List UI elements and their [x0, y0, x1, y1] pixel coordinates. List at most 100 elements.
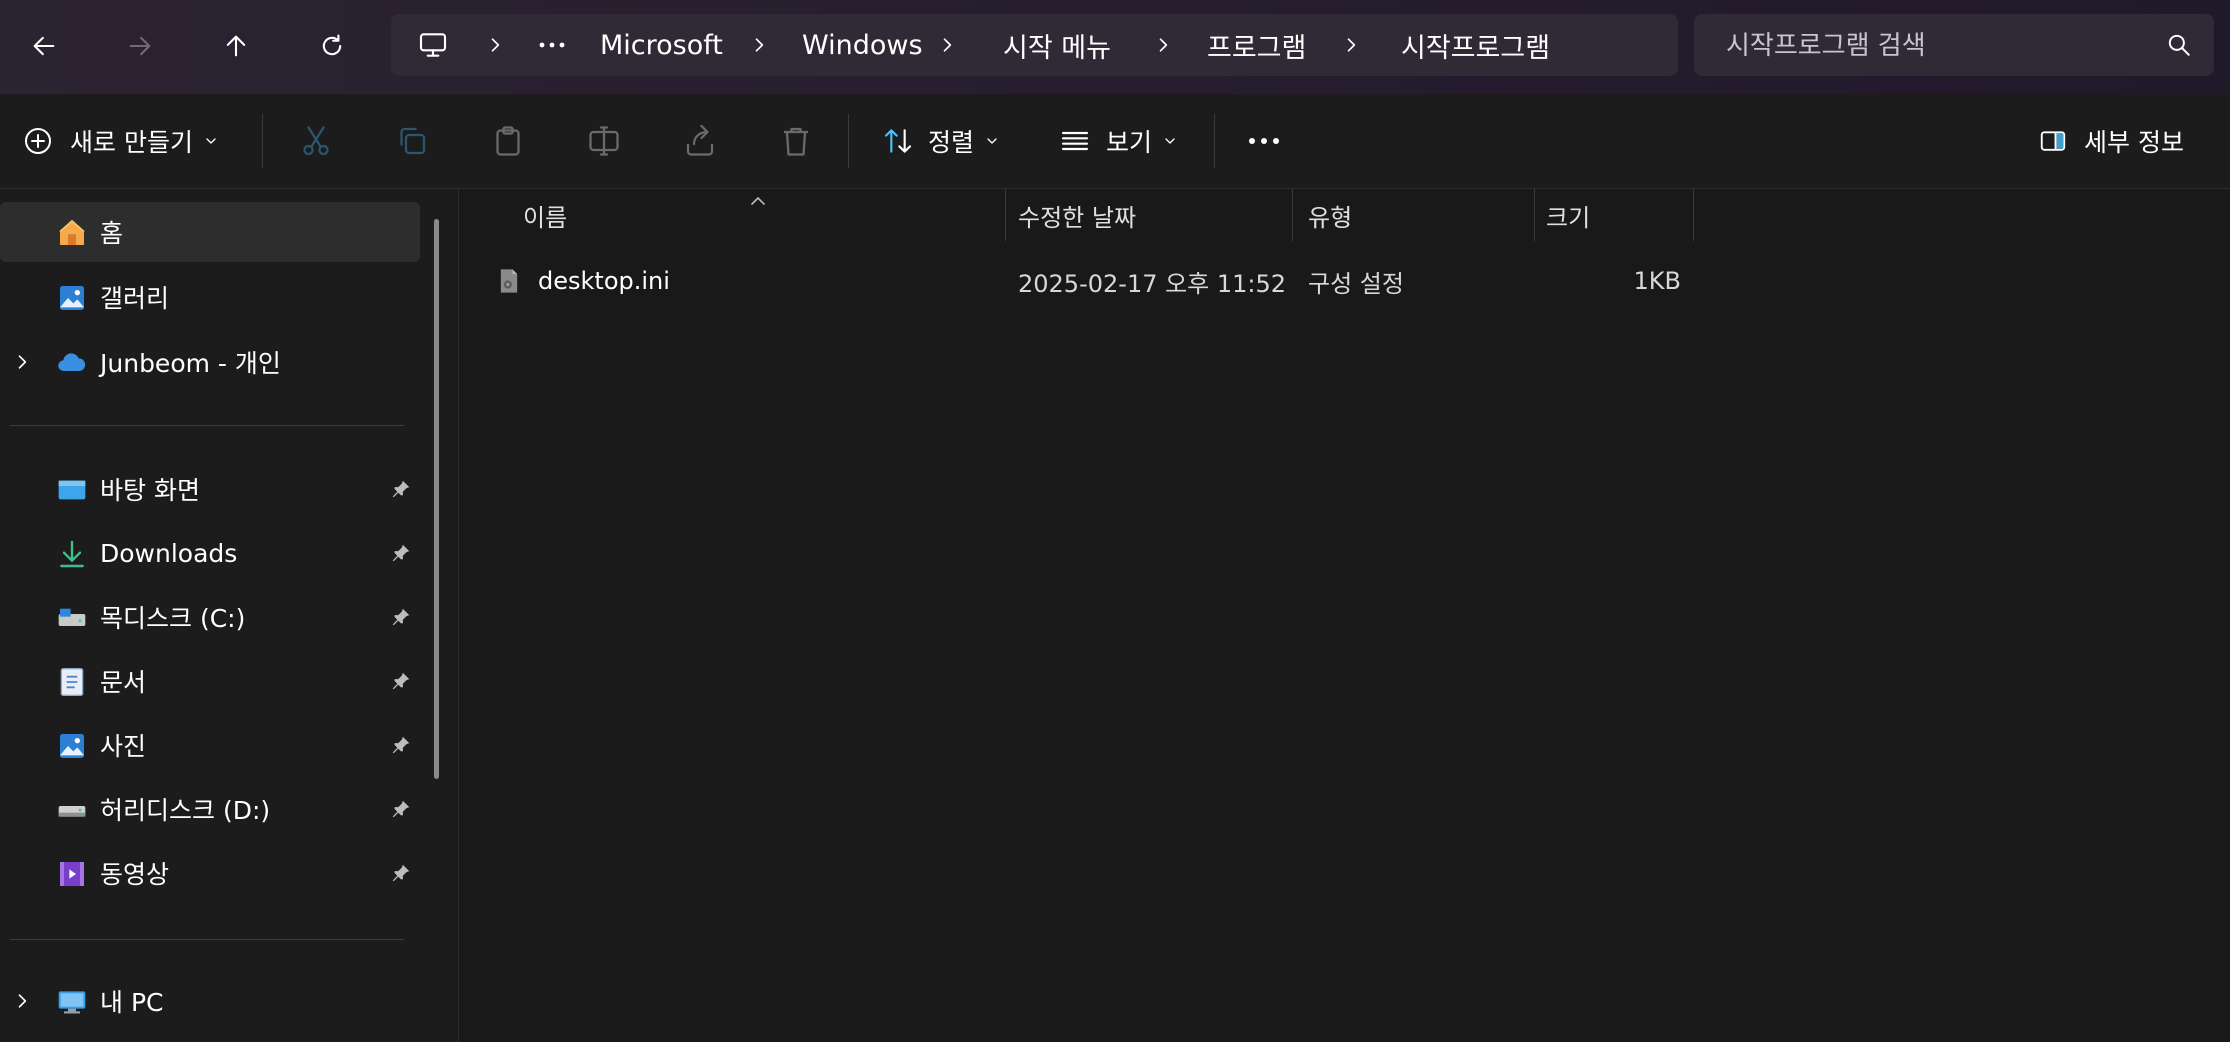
sort-button[interactable]: 정렬	[882, 94, 1000, 188]
refresh-button[interactable]	[308, 22, 356, 70]
copy-button[interactable]	[394, 94, 430, 188]
back-button[interactable]	[20, 22, 68, 70]
view-list-icon	[1061, 131, 1089, 151]
copy-icon	[400, 127, 426, 155]
this-pc-breadcrumb-icon[interactable]	[417, 14, 449, 76]
column-header-size[interactable]: 크기	[1546, 189, 1646, 241]
pin-icon[interactable]	[390, 862, 412, 884]
this-pc-icon	[58, 991, 86, 1014]
breadcrumb-item-start-menu[interactable]: 시작 메뉴	[1003, 14, 1111, 76]
paste-button[interactable]	[490, 94, 526, 188]
sidebar-item-label: 내 PC	[100, 988, 164, 1017]
column-divider[interactable]	[1693, 189, 1694, 241]
chevron-right-icon[interactable]	[937, 14, 957, 76]
pin-icon[interactable]	[390, 798, 412, 820]
search-input[interactable]	[1694, 14, 2168, 78]
drive-d-icon	[58, 806, 86, 817]
more-options-icon	[1249, 138, 1279, 144]
toolbar-divider	[262, 114, 263, 168]
desktop-folder-icon	[58, 480, 86, 500]
sidebar-item-drive-d[interactable]: 허리디스크 (D:)	[0, 779, 420, 839]
download-icon	[60, 540, 84, 568]
onedrive-cloud-icon	[58, 353, 86, 372]
file-modified: 2025-02-17 오후 11:52	[1018, 269, 1287, 298]
rename-icon	[589, 126, 619, 156]
chevron-down-icon	[987, 138, 997, 144]
sidebar-item-label: 홈	[100, 219, 124, 248]
plus-circle-icon	[25, 128, 51, 154]
command-bar: 새로 만들기 정렬 보기 세부 정보	[0, 94, 2230, 189]
column-header-type[interactable]: 유형	[1308, 189, 1508, 241]
drive-c-icon	[58, 608, 86, 626]
more-breadcrumbs-icon[interactable]	[537, 14, 567, 76]
breadcrumb[interactable]: Microsoft Windows 시작 메뉴 프로그램 시작프로그램	[391, 14, 1678, 76]
pin-icon[interactable]	[390, 734, 412, 756]
search-box[interactable]	[1694, 14, 2214, 78]
forward-button[interactable]	[116, 22, 164, 70]
rename-button[interactable]	[586, 94, 622, 188]
chevron-down-icon	[1165, 138, 1175, 144]
up-button[interactable]	[212, 22, 260, 70]
trash-icon	[784, 127, 808, 156]
cut-button[interactable]	[298, 94, 334, 188]
breadcrumb-item-startup[interactable]: 시작프로그램	[1401, 14, 1550, 76]
file-type: 구성 설정	[1308, 269, 1404, 298]
sidebar-item-label: 문서	[100, 668, 147, 697]
column-divider[interactable]	[1534, 189, 1535, 241]
breadcrumb-item-windows[interactable]: Windows	[802, 14, 923, 76]
column-divider[interactable]	[1292, 189, 1293, 241]
sidebar-item-label: 갤러리	[100, 284, 170, 313]
chevron-down-icon	[206, 138, 216, 144]
sidebar-item-home[interactable]: 홈	[0, 202, 420, 262]
file-list: 이름 수정한 날짜 유형 크기 desktop.ini 2025-02-17 오…	[459, 189, 2230, 1042]
sidebar-item-this-pc[interactable]: 내 PC	[0, 971, 420, 1031]
new-button[interactable]: 새로 만들기	[22, 94, 219, 188]
sidebar-item-videos[interactable]: 동영상	[0, 843, 420, 903]
sidebar-divider	[10, 939, 404, 940]
sidebar-item-gallery[interactable]: 갤러리	[0, 267, 420, 327]
sidebar-item-label: 사진	[100, 732, 147, 761]
forward-arrow-icon	[129, 36, 151, 56]
chevron-right-icon[interactable]	[1153, 14, 1173, 76]
view-button[interactable]: 보기	[1058, 94, 1178, 188]
sidebar-item-pictures[interactable]: 사진	[0, 715, 420, 775]
scissors-icon	[303, 126, 329, 156]
sidebar-item-downloads[interactable]: Downloads	[0, 523, 420, 583]
breadcrumb-item-microsoft[interactable]: Microsoft	[600, 14, 723, 76]
up-arrow-icon	[226, 35, 246, 57]
sidebar-scrollbar[interactable]	[434, 219, 439, 779]
toolbar-divider	[1214, 114, 1215, 168]
sidebar-item-desktop[interactable]: 바탕 화면	[0, 459, 420, 519]
pin-icon[interactable]	[390, 542, 412, 564]
chevron-right-icon[interactable]	[1341, 14, 1361, 76]
address-bar: Microsoft Windows 시작 메뉴 프로그램 시작프로그램	[0, 0, 2230, 94]
sidebar-item-label: 바탕 화면	[100, 476, 200, 505]
table-row[interactable]: desktop.ini 2025-02-17 오후 11:52 구성 설정 1K…	[459, 253, 1699, 309]
file-size: 1KB	[1633, 267, 1681, 295]
breadcrumb-item-programs[interactable]: 프로그램	[1207, 14, 1306, 76]
column-header-modified[interactable]: 수정한 날짜	[1018, 189, 1288, 241]
file-name[interactable]: desktop.ini	[538, 253, 670, 309]
sort-button-label: 정렬	[928, 128, 975, 157]
details-pane-icon	[2040, 131, 2066, 151]
chevron-right-icon[interactable]	[749, 14, 769, 76]
chevron-right-icon[interactable]	[485, 14, 505, 76]
share-button[interactable]	[682, 94, 718, 188]
more-options-button[interactable]	[1246, 94, 1282, 188]
column-divider[interactable]	[1005, 189, 1006, 241]
sidebar-item-documents[interactable]: 문서	[0, 651, 420, 711]
documents-icon	[60, 668, 84, 696]
gallery-icon	[60, 286, 84, 310]
pin-icon[interactable]	[390, 478, 412, 500]
sidebar-item-drive-c[interactable]: 목디스크 (C:)	[0, 587, 420, 647]
pin-icon[interactable]	[390, 606, 412, 628]
pin-icon[interactable]	[390, 670, 412, 692]
column-header-name[interactable]: 이름	[523, 189, 1063, 241]
view-button-label: 보기	[1106, 128, 1153, 157]
chevron-right-icon[interactable]	[12, 991, 32, 1011]
details-pane-button[interactable]: 세부 정보	[2036, 94, 2184, 188]
chevron-right-icon[interactable]	[12, 352, 32, 372]
delete-button[interactable]	[778, 94, 814, 188]
search-icon[interactable]	[2166, 32, 2192, 58]
sidebar-item-onedrive[interactable]: Junbeom - 개인	[0, 332, 420, 392]
